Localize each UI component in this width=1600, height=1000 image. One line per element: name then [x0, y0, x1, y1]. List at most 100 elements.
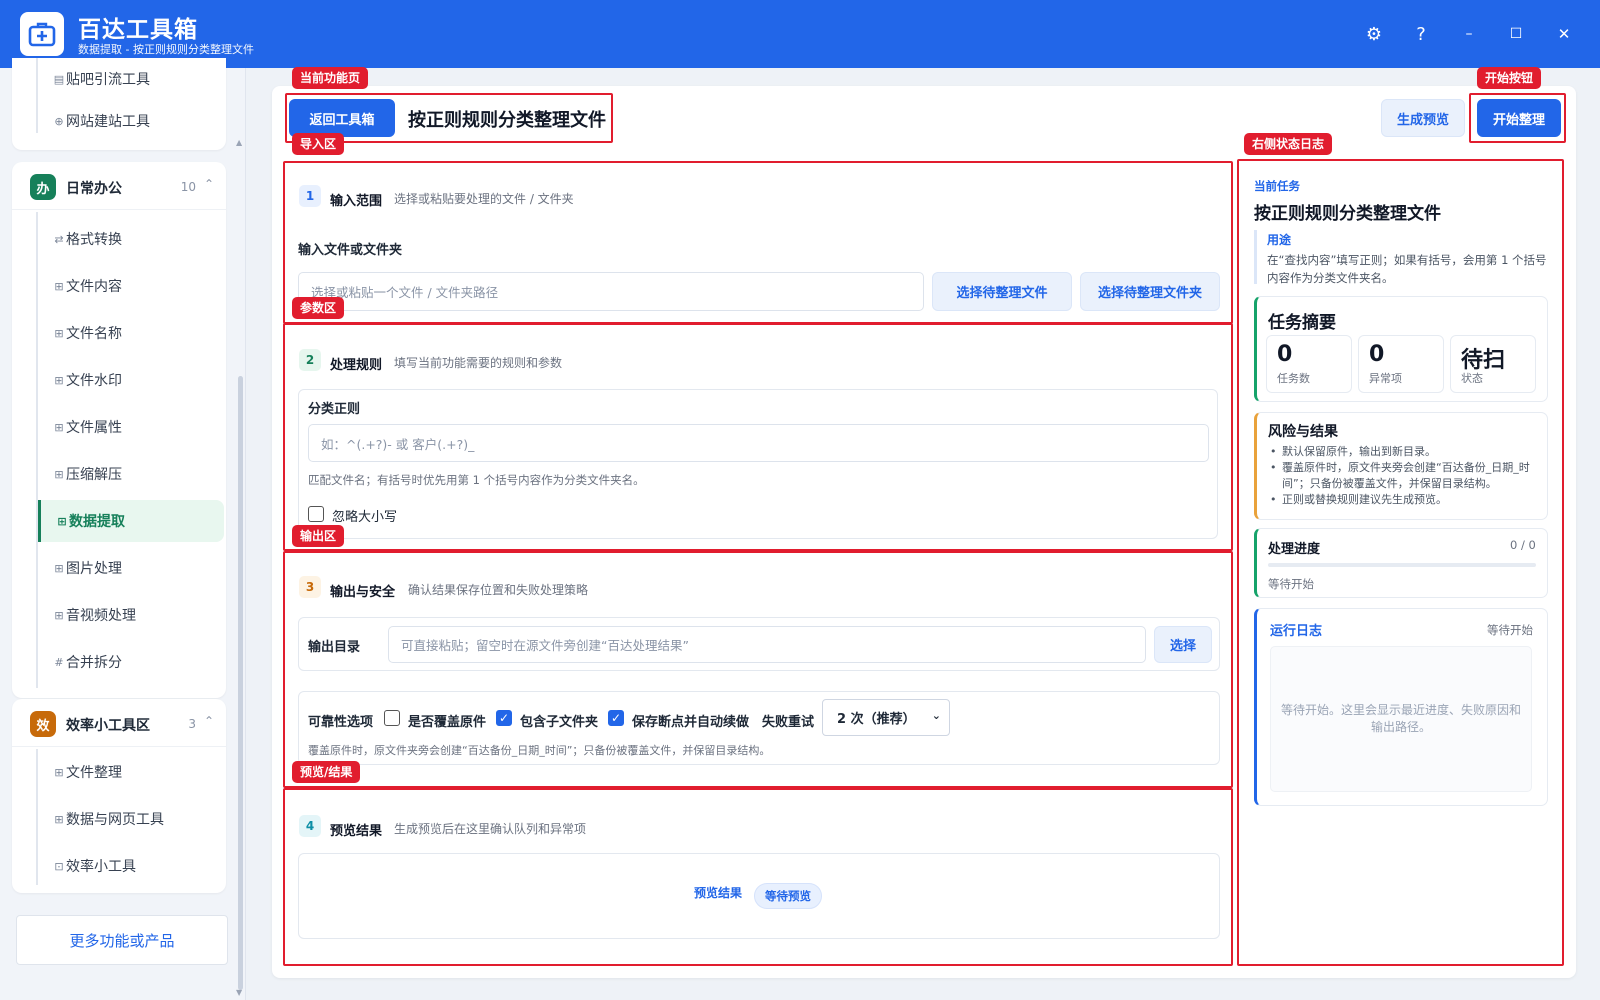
include-subfolders-label: 包含子文件夹	[520, 715, 599, 730]
progress-status: 等待开始	[1268, 577, 1314, 591]
section-number: 4	[299, 815, 321, 837]
toolbox-icon: ⊡	[54, 859, 64, 873]
group-count: 3	[188, 717, 196, 731]
overwrite-hint: 覆盖原件时，原文件夹旁会创建“百达备份_日期_时间”；只备份被覆盖文件，并保留目…	[308, 744, 771, 757]
scroll-down-arrow-icon[interactable]: ▼	[236, 988, 242, 997]
include-subfolders-checkbox[interactable]: ✓	[496, 710, 512, 726]
sidebar-item-format-convert[interactable]: ⇄ 格式转换	[38, 218, 224, 260]
risk-list: 默认保留原件，输出到新目录。 覆盖原件时，原文件夹旁会创建“百达备份_日期_时间…	[1268, 444, 1540, 508]
sidebar: ▲ ▼ ▤ 贴吧引流工具 ⊕ 网站建站工具 办 日常办公 10 ⌃ ⇄ 格式转换 …	[0, 58, 246, 1000]
resume-checkbox[interactable]: ✓	[608, 710, 624, 726]
swap-icon: ⇄	[54, 232, 64, 246]
help-icon[interactable]: ?	[1407, 20, 1435, 48]
grid-icon: ⊞	[54, 812, 64, 826]
preview-result-label: 预览结果	[694, 886, 743, 900]
sidebar-item-watermark[interactable]: ⊞ 文件水印	[38, 359, 224, 401]
stat-value: 0	[1369, 342, 1385, 367]
retry-label: 失败重试	[762, 715, 815, 730]
choose-folder-button[interactable]: 选择待整理文件夹	[1080, 272, 1220, 311]
sidebar-item-label: 文件属性	[66, 420, 122, 436]
sidebar-group-efficiency: 效 效率小工具区 3 ⌃ ⊞ 文件整理 ⊞ 数据与网页工具 ⊡ 效率小工具	[12, 699, 226, 893]
back-to-toolbox-button[interactable]: 返回工具箱	[289, 99, 395, 137]
sidebar-item-compress[interactable]: ⊞ 压缩解压	[38, 453, 224, 495]
section-number: 3	[299, 576, 321, 598]
scroll-up-arrow-icon[interactable]: ▲	[236, 138, 242, 147]
chevron-up-icon[interactable]: ⌃	[204, 177, 214, 191]
chevron-down-icon: ⌄	[931, 709, 941, 722]
progress-title: 处理进度	[1268, 542, 1321, 557]
grid-icon: ⊞	[54, 326, 64, 340]
summary-title: 任务摘要	[1268, 313, 1336, 333]
choose-output-button[interactable]: 选择	[1154, 626, 1212, 663]
stat-task-count: 0 任务数	[1266, 335, 1352, 393]
sidebar-item-label: 效率小工具	[66, 859, 136, 875]
more-products-button[interactable]: 更多功能或产品	[16, 915, 228, 965]
choose-files-button[interactable]: 选择待整理文件	[932, 272, 1072, 311]
sidebar-item-website[interactable]: ⊕ 网站建站工具	[38, 100, 224, 142]
grid-icon: ⊞	[54, 765, 64, 779]
annotation-label: 开始按钮	[1477, 67, 1542, 89]
preview-status-badge: 等待预览	[754, 883, 822, 909]
group-header-office[interactable]: 办 日常办公 10 ⌃	[12, 162, 226, 210]
group-badge: 办	[30, 174, 56, 200]
sidebar-scrollbar[interactable]	[238, 376, 243, 990]
section-title: 处理规则	[330, 358, 383, 373]
section-description: 生成预览后在这里确认队列和异常项	[394, 822, 587, 836]
overwrite-checkbox[interactable]	[384, 710, 400, 726]
current-task-label: 当前任务	[1254, 179, 1300, 193]
rule-card	[298, 389, 1218, 539]
section-title: 输入范围	[330, 194, 383, 209]
sidebar-item-data-extract[interactable]: ⊞ 数据提取	[38, 500, 224, 542]
run-log-output[interactable]: 等待开始。这里会显示最近进度、失败原因和输出路径。	[1270, 646, 1532, 792]
retry-select-value: 2 次（推荐）	[837, 712, 916, 727]
group-title: 效率小工具区	[66, 718, 150, 734]
sidebar-item-file-content[interactable]: ⊞ 文件内容	[38, 265, 224, 307]
section-description: 填写当前功能需要的规则和参数	[394, 356, 563, 370]
section-number: 2	[299, 349, 321, 371]
stat-label: 状态	[1461, 372, 1483, 385]
ignore-case-checkbox[interactable]	[308, 506, 324, 522]
maximize-button[interactable]: ☐	[1502, 20, 1530, 48]
group-header-efficiency[interactable]: 效 效率小工具区 3 ⌃	[12, 699, 226, 747]
sidebar-item-efficiency-tools[interactable]: ⊡ 效率小工具	[38, 845, 224, 887]
document-icon: ▤	[53, 72, 65, 86]
sidebar-item-file-name[interactable]: ⊞ 文件名称	[38, 312, 224, 354]
sidebar-item-audio-video[interactable]: ⊞ 音视频处理	[38, 594, 224, 636]
sidebar-item-label: 压缩解压	[66, 467, 122, 483]
input-path-field[interactable]: 选择或粘贴一个文件 / 文件夹路径	[298, 272, 924, 311]
task-title: 按正则规则分类整理文件	[1254, 204, 1441, 224]
output-dir-input[interactable]: 可直接粘贴；留空时在源文件旁创建“百达处理结果”	[388, 626, 1146, 663]
stat-status: 待扫 状态	[1450, 335, 1536, 393]
start-organize-button[interactable]: 开始整理	[1477, 99, 1561, 137]
sidebar-item-label: 文件水印	[66, 373, 122, 389]
settings-gear-icon[interactable]: ⚙	[1360, 20, 1388, 48]
regex-label: 分类正则	[308, 402, 361, 417]
usage-text: 在“查找内容”填写正则；如果有括号，会用第 1 个括号内容作为分类文件夹名。	[1267, 253, 1547, 285]
group-title: 日常办公	[66, 181, 122, 197]
regex-input[interactable]: 如：^(.+?)- 或 客户(.+?)_	[308, 424, 1209, 462]
page-title: 按正则规则分类整理文件	[408, 110, 606, 131]
chevron-up-icon[interactable]: ⌃	[204, 714, 214, 728]
sidebar-item-image[interactable]: ⊞ 图片处理	[38, 547, 224, 589]
output-dir-label: 输出目录	[308, 640, 361, 655]
sidebar-item-merge-split[interactable]: # 合并拆分	[38, 641, 224, 683]
ignore-case-label: 忽略大小写	[332, 510, 398, 525]
sidebar-item-file-attr[interactable]: ⊞ 文件属性	[38, 406, 224, 448]
generate-preview-button[interactable]: 生成预览	[1381, 99, 1465, 137]
retry-select[interactable]: 2 次（推荐） ⌄	[822, 699, 950, 736]
usage-label: 用途	[1267, 233, 1292, 247]
sidebar-item-data-web[interactable]: ⊞ 数据与网页工具	[38, 798, 224, 840]
close-button[interactable]: ✕	[1550, 20, 1578, 48]
run-log-title: 运行日志	[1270, 624, 1323, 639]
sidebar-item-label: 格式转换	[66, 232, 122, 248]
progress-count: 0 / 0	[1510, 538, 1536, 552]
grid-icon: ⊞	[54, 279, 64, 293]
app-title: 百达工具箱	[78, 17, 198, 43]
sidebar-item-tieba[interactable]: ▤ 贴吧引流工具	[38, 58, 224, 100]
stat-label: 任务数	[1277, 372, 1310, 385]
minimize-button[interactable]: –	[1455, 20, 1483, 48]
sidebar-item-label: 文件整理	[66, 765, 122, 781]
stat-error-count: 0 异常项	[1358, 335, 1444, 393]
sidebar-item-file-organize[interactable]: ⊞ 文件整理	[38, 751, 224, 793]
progress-bar	[1268, 563, 1536, 567]
